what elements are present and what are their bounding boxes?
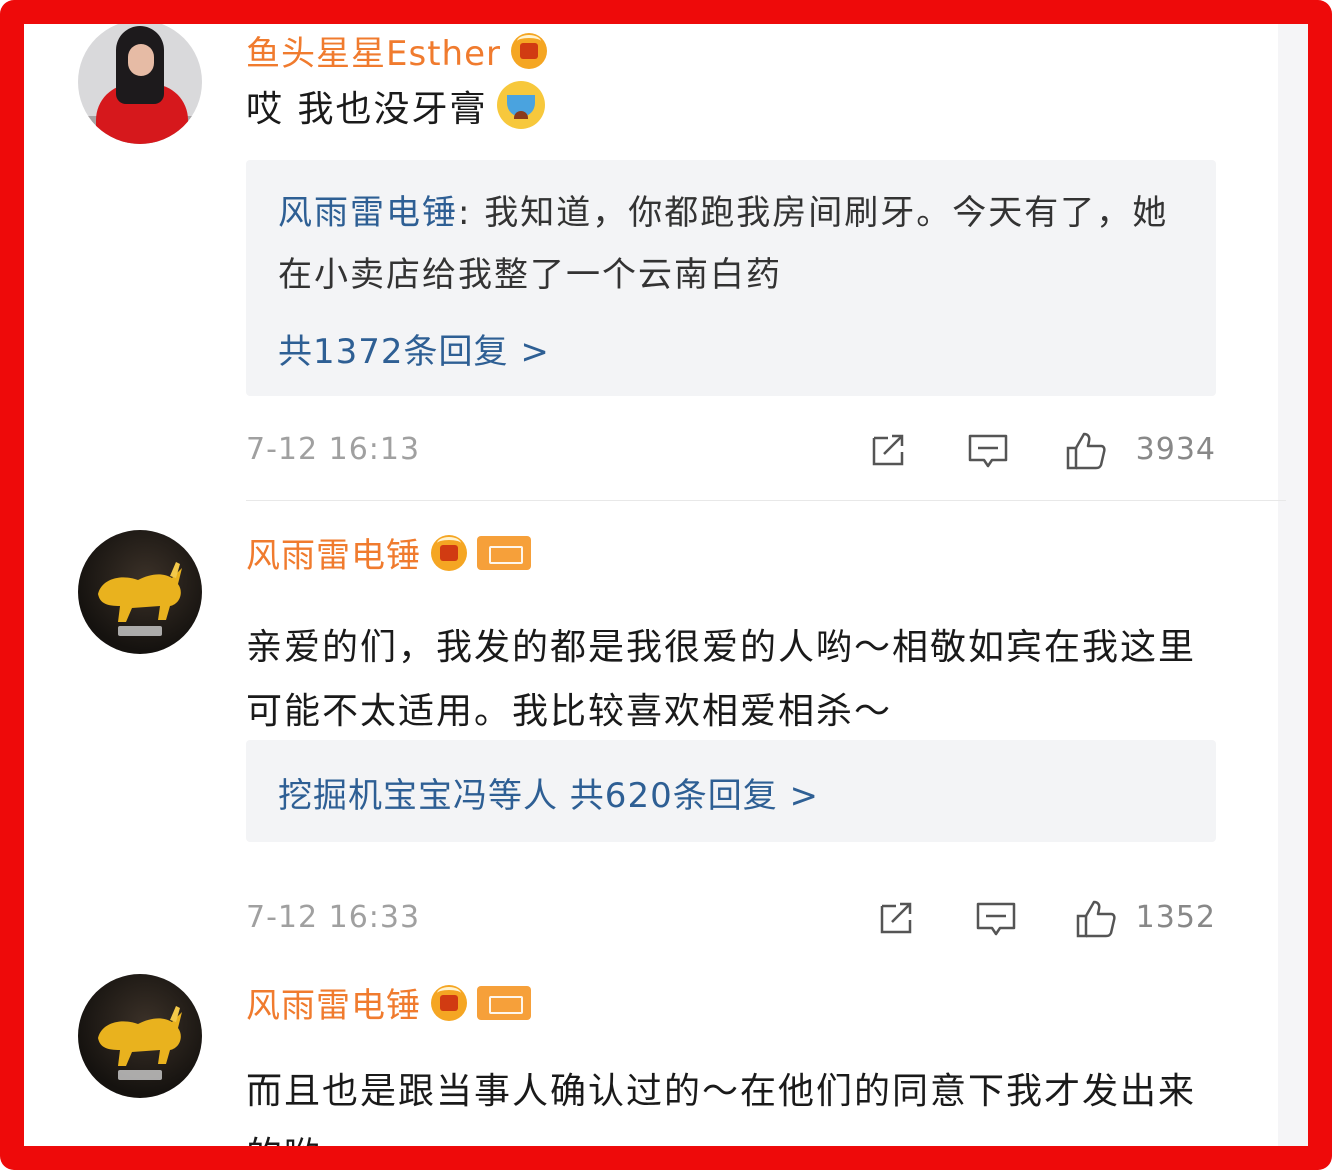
username-text[interactable]: 鱼头星星Esther [246, 26, 501, 75]
avatar[interactable] [78, 24, 202, 144]
avatar[interactable] [78, 974, 202, 1098]
reply-preview-text: 风雨雷电锤: 我知道，你都跑我房间刷牙。今天有了，她在小卖店给我整了一个云南白药 [278, 182, 1198, 306]
view-replies-link[interactable]: 共1372条回复 > [278, 324, 550, 373]
avatar[interactable] [78, 530, 202, 654]
share-icon[interactable] [874, 896, 918, 940]
vip-badge-icon [510, 32, 547, 69]
bull-figure-icon [98, 1006, 182, 1066]
view-replies-link[interactable]: 挖掘机宝宝冯等人 共620条回复 > [278, 768, 819, 817]
vip-badge-icon [431, 534, 467, 571]
crying-emoji-icon [497, 81, 546, 129]
comment-username[interactable]: 鱼头星星Esther [246, 26, 547, 75]
reply-preview-box[interactable]: 挖掘机宝宝冯等人 共620条回复 > [246, 740, 1216, 842]
like-count: 3934 [1135, 432, 1216, 467]
reply-username[interactable]: 风雨雷电锤 [278, 193, 458, 233]
comment-timestamp: 7-12 16:33 [246, 900, 421, 935]
bull-figure-icon [98, 562, 182, 622]
vip-badge-icon [431, 984, 467, 1021]
comment-text: 而且也是跟当事人确认过的～在他们的同意下我才发出来的哟～ [246, 1071, 1197, 1146]
like-icon[interactable] [1074, 896, 1118, 940]
username-text[interactable]: 风雨雷电锤 [246, 978, 421, 1027]
comment-text: 哎 我也没牙膏 [246, 78, 1206, 142]
comment-text: 亲爱的们，我发的都是我很爱的人哟～相敬如宾在我这里可能不太适用。我比较喜欢相爱相… [246, 627, 1197, 732]
like-count: 1352 [1135, 900, 1216, 935]
reply-preview-box[interactable]: 风雨雷电锤: 我知道，你都跑我房间刷牙。今天有了，她在小卖店给我整了一个云南白药… [246, 160, 1216, 396]
divider [246, 500, 1286, 501]
comment-meta: 7-12 16:33 1352 [246, 894, 1216, 944]
comment-list: 鱼头星星Esther 哎 我也没牙膏 风雨雷电锤: 我知道，你都跑我房间刷牙。今… [24, 24, 1308, 1146]
share-icon[interactable] [866, 428, 910, 472]
owner-badge-icon [477, 535, 531, 570]
like-icon[interactable] [1064, 428, 1108, 472]
comment-item: 风雨雷电锤 亲爱的们，我发的都是我很爱的人哟～相敬如宾在我这里可能不太适用。我比… [24, 524, 1308, 964]
owner-badge-icon [477, 985, 531, 1020]
comment-item: 鱼头星星Esther 哎 我也没牙膏 风雨雷电锤: 我知道，你都跑我房间刷牙。今… [24, 24, 1308, 500]
comment-meta: 7-12 16:13 3934 [246, 426, 1216, 476]
username-text[interactable]: 风雨雷电锤 [246, 528, 421, 577]
comment-username[interactable]: 风雨雷电锤 [246, 528, 531, 577]
comment-username[interactable]: 风雨雷电锤 [246, 978, 531, 1027]
comment-timestamp: 7-12 16:13 [246, 432, 421, 467]
comment-icon[interactable] [966, 428, 1010, 472]
comment-body: 哎 我也没牙膏 [246, 89, 488, 130]
comment-icon[interactable] [974, 896, 1018, 940]
comment-item: 风雨雷电锤 而且也是跟当事人确认过的～在他们的同意下我才发出来的哟～ [24, 970, 1308, 1146]
